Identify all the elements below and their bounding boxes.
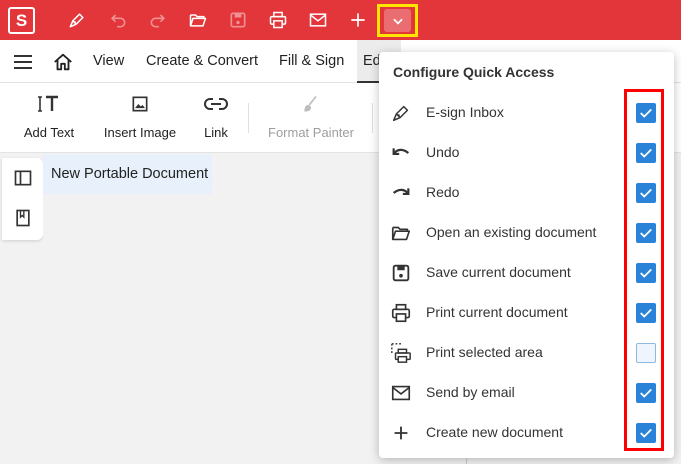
print-area-icon — [390, 342, 412, 364]
redo-icon — [148, 10, 168, 30]
format-painter-label: Format Painter — [268, 125, 354, 140]
qa-option-checkbox[interactable] — [636, 263, 656, 283]
app-logo: S — [8, 7, 35, 34]
menu-view[interactable]: View — [87, 40, 130, 83]
mail-icon — [390, 382, 412, 404]
document-tab[interactable]: New Portable Document — [43, 154, 212, 194]
customize-quick-access-button[interactable] — [377, 4, 418, 37]
hamburger-menu-icon[interactable] — [13, 53, 33, 71]
qa-option-checkbox[interactable] — [636, 343, 656, 363]
qa-option-label: Redo — [426, 184, 460, 200]
bookmark-icon[interactable] — [13, 208, 33, 228]
qa-option-print-area[interactable]: Print selected area — [379, 332, 674, 372]
qa-print-button[interactable] — [262, 4, 294, 36]
qa-undo-button[interactable] — [102, 4, 134, 36]
print-icon — [268, 10, 288, 30]
qa-option-checkbox[interactable] — [636, 183, 656, 203]
pen-icon — [390, 102, 412, 124]
qa-option-checkbox[interactable] — [636, 143, 656, 163]
qa-open-button[interactable] — [182, 4, 214, 36]
chevron-down-icon — [384, 9, 411, 32]
qa-option-label: E-sign Inbox — [426, 104, 504, 120]
qa-save-button[interactable] — [222, 4, 254, 36]
qa-option-label: Print selected area — [426, 344, 543, 360]
link-button[interactable]: Link — [193, 83, 239, 153]
qa-option-redo[interactable]: Redo — [379, 172, 674, 212]
qa-option-label: Create new document — [426, 424, 563, 440]
insert-image-button[interactable]: Insert Image — [97, 83, 183, 153]
qa-option-label: Save current document — [426, 264, 571, 280]
qa-option-label: Print current document — [426, 304, 568, 320]
undo-icon — [390, 142, 412, 164]
folder-open-icon — [390, 222, 412, 244]
qa-option-checkbox[interactable] — [636, 303, 656, 323]
side-panel — [2, 158, 43, 240]
qa-option-save-document[interactable]: Save current document — [379, 252, 674, 292]
plus-icon — [348, 10, 368, 30]
qa-option-checkbox[interactable] — [636, 423, 656, 443]
qa-option-label: Send by email — [426, 384, 515, 400]
qa-option-checkbox[interactable] — [636, 103, 656, 123]
qa-redo-button[interactable] — [142, 4, 174, 36]
link-icon — [193, 83, 239, 125]
qa-option-label: Open an existing document — [426, 224, 597, 240]
popup-title: Configure Quick Access — [393, 64, 555, 80]
qa-option-label: Undo — [426, 144, 460, 160]
qa-option-checkbox[interactable] — [636, 223, 656, 243]
qa-option-send-email[interactable]: Send by email — [379, 372, 674, 412]
print-icon — [390, 302, 412, 324]
image-icon — [97, 83, 183, 125]
qa-email-button[interactable] — [302, 4, 334, 36]
brush-icon — [263, 83, 359, 125]
plus-icon — [390, 422, 412, 444]
qa-new-button[interactable] — [342, 4, 374, 36]
link-label: Link — [204, 125, 228, 140]
menu-create-convert[interactable]: Create & Convert — [140, 40, 264, 83]
mail-icon — [308, 10, 328, 30]
qa-option-open-document[interactable]: Open an existing document — [379, 212, 674, 252]
menu-fill-sign[interactable]: Fill & Sign — [273, 40, 350, 83]
configure-quick-access-popup: Configure Quick Access E-sign Inbox Undo… — [379, 52, 674, 458]
folder-open-icon — [188, 10, 208, 30]
add-text-icon — [14, 83, 84, 125]
qa-option-print-document[interactable]: Print current document — [379, 292, 674, 332]
redo-icon — [390, 182, 412, 204]
ribbon-separator — [372, 103, 373, 133]
qa-option-checkbox[interactable] — [636, 383, 656, 403]
panel-toggle-icon[interactable] — [13, 168, 33, 188]
qa-option-undo[interactable]: Undo — [379, 132, 674, 172]
ribbon-separator — [248, 103, 249, 133]
title-bar: S — [0, 0, 681, 40]
undo-icon — [108, 10, 128, 30]
qa-esign-button[interactable] — [61, 4, 93, 36]
add-text-button[interactable]: Add Text — [14, 83, 84, 153]
qa-option-new-document[interactable]: Create new document — [379, 412, 674, 452]
save-icon — [228, 10, 248, 30]
pen-icon — [67, 10, 87, 30]
add-text-label: Add Text — [23, 125, 75, 140]
insert-image-label: Insert Image — [103, 125, 177, 140]
qa-option-esign-inbox[interactable]: E-sign Inbox — [379, 92, 674, 132]
save-icon — [390, 262, 412, 284]
home-icon[interactable] — [52, 51, 74, 73]
format-painter-button[interactable]: Format Painter — [263, 83, 359, 153]
